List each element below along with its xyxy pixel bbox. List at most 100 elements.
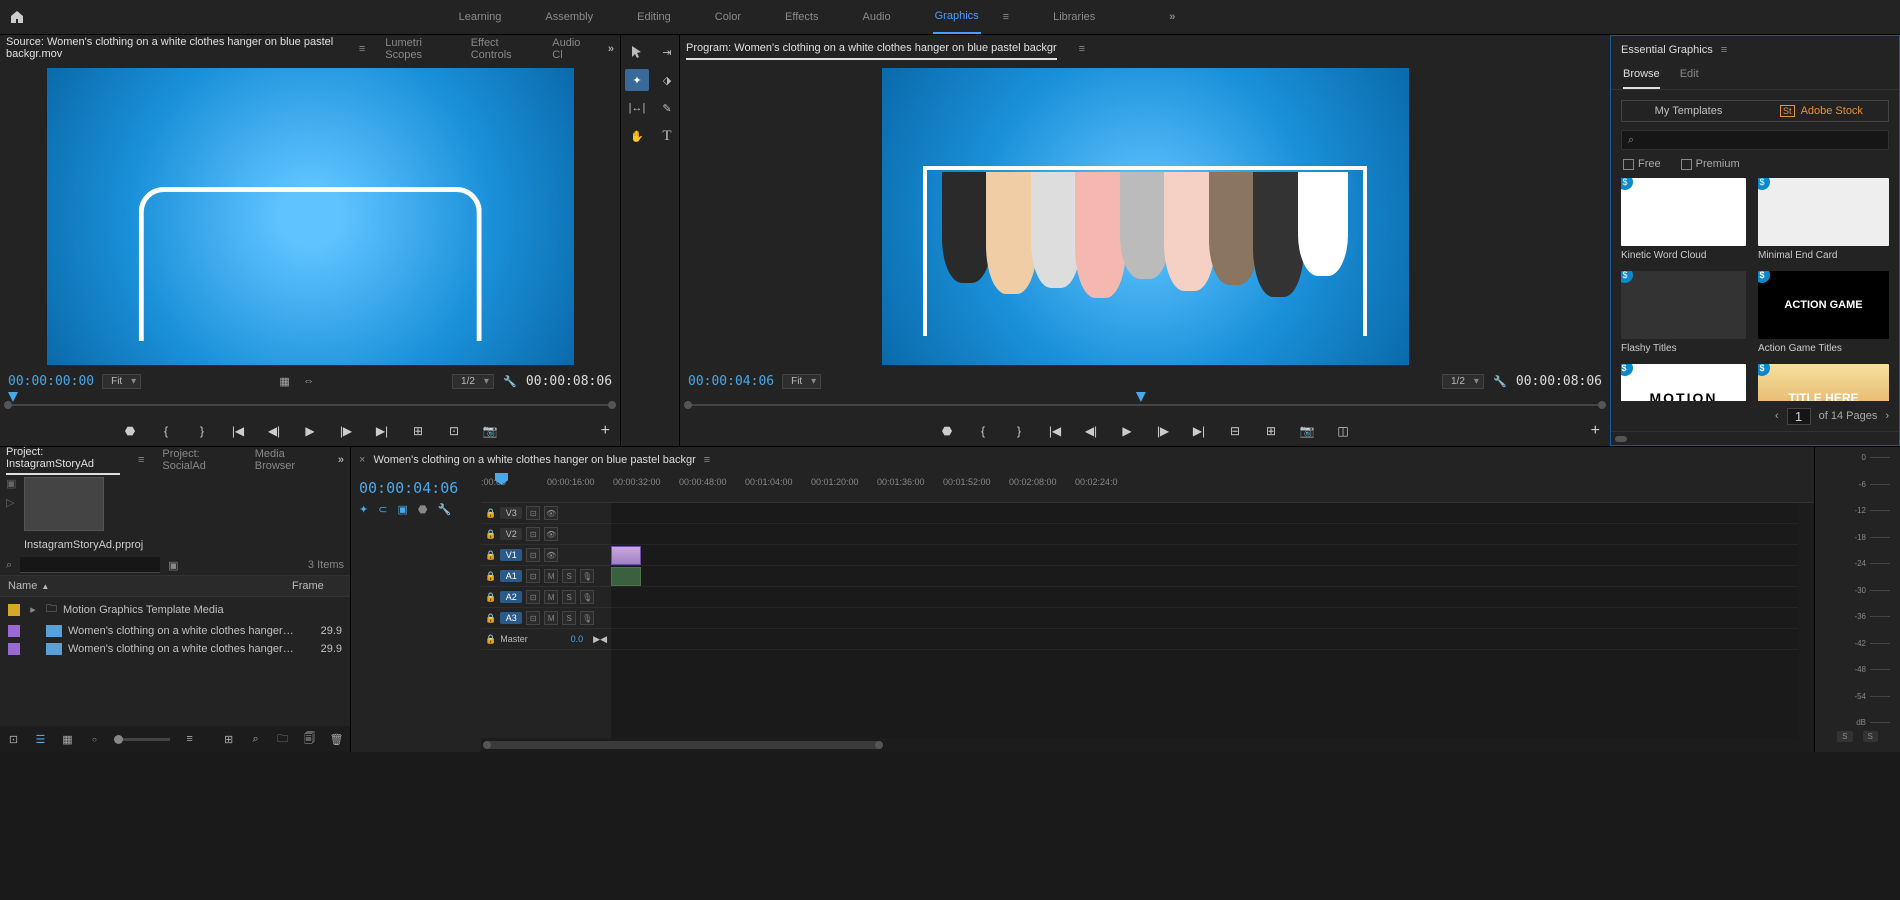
pager-page-input[interactable] xyxy=(1787,408,1811,425)
project-tab-2[interactable]: Project: SocialAd xyxy=(162,448,236,472)
project-overflow[interactable]: » xyxy=(338,454,344,466)
thumb-size-slider[interactable] xyxy=(114,738,170,741)
master-lock-icon[interactable]: 🔒 xyxy=(485,634,496,645)
new-item-icon[interactable]: 🗐 xyxy=(302,731,317,747)
lumetri-scopes-tab[interactable]: Lumetri Scopes xyxy=(385,33,450,65)
project-row-1[interactable]: Women's clothing on a white clothes hang… xyxy=(0,622,350,640)
prog-extract-icon[interactable]: ⊞ xyxy=(1263,423,1279,439)
mark-in-icon[interactable]: { xyxy=(158,423,174,439)
program-timecode-in[interactable]: 00:00:04:06 xyxy=(688,374,774,389)
play-icon[interactable]: ▶ xyxy=(302,423,318,439)
source-wrench-icon[interactable]: 🔧 xyxy=(502,373,518,389)
source-monitor[interactable] xyxy=(0,63,620,370)
track-v1[interactable]: V1 xyxy=(500,549,522,561)
track-v3[interactable]: V3 xyxy=(500,507,522,519)
workspace-color[interactable]: Color xyxy=(713,0,743,34)
a2-solo[interactable]: S xyxy=(562,590,576,604)
track-a2[interactable]: A2 xyxy=(500,591,522,603)
marker-add-icon[interactable]: ▣ xyxy=(397,503,407,516)
my-templates-button[interactable]: My Templates xyxy=(1622,101,1755,121)
add-marker-icon[interactable]: ⬣ xyxy=(122,423,138,439)
essential-graphics-menu-icon[interactable]: ≡ xyxy=(1721,44,1727,56)
close-sequence-icon[interactable]: × xyxy=(359,454,365,466)
source-scrubber[interactable] xyxy=(8,392,612,416)
effect-controls-tab[interactable]: Effect Controls xyxy=(471,33,533,65)
a1-solo[interactable]: S xyxy=(562,569,576,583)
premium-checkbox[interactable]: Premium xyxy=(1681,158,1740,170)
overwrite-icon[interactable]: ⊡ xyxy=(446,423,462,439)
pager-next-icon[interactable]: › xyxy=(1885,410,1889,422)
prog-step-forward-icon[interactable]: |▶ xyxy=(1155,423,1171,439)
workspace-effects[interactable]: Effects xyxy=(783,0,820,34)
a2-mute[interactable]: M xyxy=(544,590,558,604)
a2-sync-icon[interactable]: ⊡ xyxy=(526,590,540,604)
col-name-header[interactable]: Name▲ xyxy=(8,580,292,592)
step-back-icon[interactable]: ◀| xyxy=(266,423,282,439)
v2-lock-icon[interactable]: 🔒 xyxy=(485,529,496,540)
program-monitor[interactable] xyxy=(680,63,1610,370)
go-to-in-icon[interactable]: |◀ xyxy=(230,423,246,439)
adobe-stock-button[interactable]: St Adobe Stock xyxy=(1755,101,1888,121)
program-tab-menu[interactable]: ≡ xyxy=(1079,43,1085,55)
program-wrench-icon[interactable]: 🔧 xyxy=(1492,373,1508,389)
track-a1[interactable]: A1 xyxy=(500,570,522,582)
button-editor-icon[interactable]: + xyxy=(601,422,610,440)
program-fit-dropdown[interactable]: Fit xyxy=(782,374,821,389)
prog-step-back-icon[interactable]: ◀| xyxy=(1083,423,1099,439)
project-filter-input[interactable] xyxy=(20,557,160,573)
label-swatch[interactable] xyxy=(8,604,20,616)
list-view-icon[interactable]: ☰ xyxy=(33,731,48,747)
type-tool[interactable]: T xyxy=(655,125,679,147)
audio-clip-tab[interactable]: Audio Cl xyxy=(552,33,588,65)
ripple-edit-tool[interactable]: ✦ xyxy=(625,69,649,91)
pager-prev-icon[interactable]: ‹ xyxy=(1775,410,1779,422)
tl-marker-icon[interactable]: ⬣ xyxy=(418,503,428,516)
workspace-audio[interactable]: Audio xyxy=(860,0,892,34)
workspace-menu-icon[interactable]: ≡ xyxy=(1001,0,1011,34)
snap-icon[interactable]: ✦ xyxy=(359,503,368,516)
timeline-timecode[interactable]: 00:00:04:06 xyxy=(359,479,473,497)
a3-mic-icon[interactable]: 🎙 xyxy=(580,611,594,625)
v3-eye-icon[interactable]: 👁 xyxy=(544,506,558,520)
source-resolution-dropdown[interactable]: 1/2 xyxy=(452,374,494,389)
selection-tool[interactable] xyxy=(625,41,649,63)
label-swatch[interactable] xyxy=(8,643,20,655)
media-browser-tab[interactable]: Media Browser xyxy=(255,448,320,472)
icon-view-icon[interactable]: ▦ xyxy=(60,731,75,747)
prog-export-frame-icon[interactable]: 📷 xyxy=(1299,423,1315,439)
workspace-libraries[interactable]: Libraries xyxy=(1051,0,1097,34)
label-swatch[interactable] xyxy=(8,625,20,637)
audio-clip-a1[interactable] xyxy=(611,567,641,586)
hand-tool[interactable]: ✋ xyxy=(625,125,649,147)
razor-tool[interactable]: |↔| xyxy=(625,97,649,119)
rate-stretch-tool[interactable]: ⬗ xyxy=(655,69,679,91)
a1-sync-icon[interactable]: ⊡ xyxy=(526,569,540,583)
sequence-menu-icon[interactable]: ≡ xyxy=(704,454,710,466)
program-tab[interactable]: Program: Women's clothing on a white clo… xyxy=(686,38,1057,60)
freeform-view-icon[interactable]: ⊡ xyxy=(6,731,21,747)
prog-mark-out-icon[interactable]: } xyxy=(1011,423,1027,439)
timeline-vscroll[interactable] xyxy=(1798,503,1814,738)
source-timecode-in[interactable]: 00:00:00:00 xyxy=(8,374,94,389)
new-bin-icon[interactable]: 🗀 xyxy=(275,731,290,747)
timeline-hscroll[interactable] xyxy=(481,738,1814,752)
a3-solo[interactable]: S xyxy=(562,611,576,625)
prog-play-icon[interactable]: ▶ xyxy=(1119,423,1135,439)
v1-lock-icon[interactable]: 🔒 xyxy=(485,550,496,561)
prog-lift-icon[interactable]: ⊟ xyxy=(1227,423,1243,439)
workspace-learning[interactable]: Learning xyxy=(457,0,504,34)
track-a3[interactable]: A3 xyxy=(500,612,522,624)
trash-icon[interactable]: 🗑 xyxy=(329,731,344,747)
linked-selection-icon[interactable]: ⊂ xyxy=(378,503,387,516)
master-volume[interactable]: 0.0 xyxy=(571,634,584,644)
template-thumb-3[interactable]: $ACTION GAME xyxy=(1758,271,1889,339)
auto-seq-icon[interactable]: ⊞ xyxy=(221,731,236,747)
a1-lock-icon[interactable]: 🔒 xyxy=(485,571,496,582)
v1-eye-icon[interactable]: 👁 xyxy=(544,548,558,562)
a2-mic-icon[interactable]: 🎙 xyxy=(580,590,594,604)
tl-settings-icon[interactable]: 🔧 xyxy=(437,503,451,516)
project-tab-1[interactable]: Project: InstagramStoryAd xyxy=(6,446,120,475)
project-row-0[interactable]: ▸🗀Motion Graphics Template Media xyxy=(0,597,350,622)
program-scrubber[interactable] xyxy=(688,392,1602,416)
meter-solo-r[interactable]: S xyxy=(1863,731,1878,742)
